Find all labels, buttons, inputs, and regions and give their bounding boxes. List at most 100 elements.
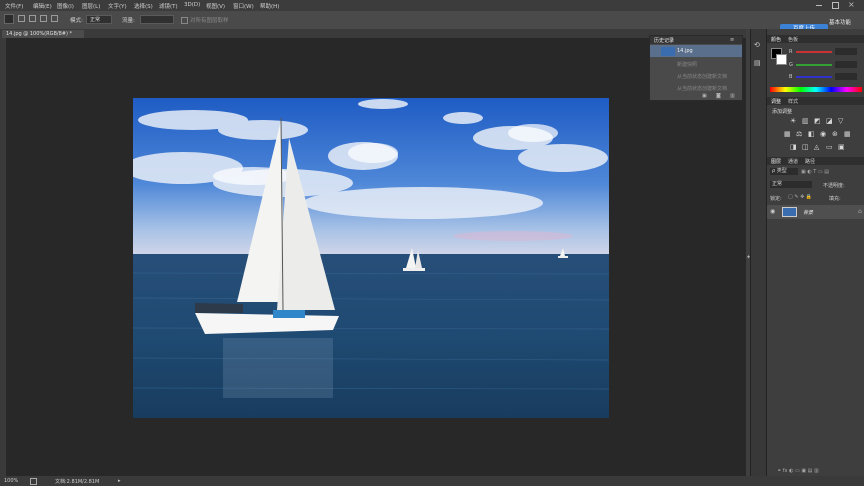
channel-mixer-icon[interactable]: ⊛: [832, 130, 838, 138]
exposure-icon[interactable]: ◪: [826, 117, 833, 125]
layer-row-background[interactable]: ◉ 背景 ⌂: [767, 205, 864, 219]
right-panel-dock: 颜色 色板 R G B 调整 样式 添加调整 ☀ ▥ ◩ ◪ ▽ ▦ ⚖ ◧ ◉…: [766, 29, 864, 476]
g-value-input[interactable]: [835, 61, 857, 68]
tab-styles[interactable]: 样式: [788, 98, 798, 105]
add-selection-icon[interactable]: [29, 15, 36, 22]
intersect-selection-icon[interactable]: [51, 15, 58, 22]
adjustments-panel-header: 调整 样式: [767, 97, 864, 105]
vibrance-icon[interactable]: ▽: [838, 117, 843, 125]
blend-mode-select[interactable]: 正常: [770, 181, 812, 188]
status-export-icon[interactable]: [30, 478, 37, 485]
threshold-icon[interactable]: ◬: [814, 143, 819, 151]
brightness-icon[interactable]: ☀: [790, 117, 796, 125]
options-bar: 模式: 正常 流量: 对所有图层取样 百度上传 基本功能: [0, 11, 864, 35]
history-snapshot[interactable]: 14.jpg: [650, 45, 742, 57]
invert-icon[interactable]: ◨: [790, 143, 797, 151]
layer-kind-filter[interactable]: ρ 类型: [770, 168, 798, 175]
background-color-swatch[interactable]: [776, 54, 787, 65]
sample-all-checkbox[interactable]: [181, 17, 188, 24]
status-bar: 100% 文档:2.81M/2.81M ▸: [0, 476, 864, 486]
b-slider[interactable]: [796, 76, 832, 78]
menu-select[interactable]: 选择(S): [134, 2, 153, 10]
levels-icon[interactable]: ▥: [802, 117, 809, 125]
mode-select[interactable]: 正常: [86, 15, 112, 24]
menu-file[interactable]: 文件(F): [5, 2, 23, 10]
tolerance-input[interactable]: [140, 15, 174, 24]
zoom-level[interactable]: 100%: [4, 478, 18, 484]
menu-type[interactable]: 文字(Y): [108, 2, 127, 10]
color-balance-icon[interactable]: ⚖: [796, 130, 802, 138]
new-document-icon[interactable]: ▣: [702, 93, 707, 99]
layer-lock-icon: ⌂: [858, 208, 862, 215]
lock-label: 锁定:: [770, 196, 782, 202]
fill-label: 填充:: [829, 196, 841, 202]
r-value-input[interactable]: [835, 48, 857, 55]
layer-thumbnail: [782, 207, 797, 217]
lock-icons[interactable]: ▢ ✎ ✥ 🔒: [788, 194, 812, 200]
document-tab-bar: [0, 29, 748, 38]
tab-paths[interactable]: 路径: [805, 158, 815, 165]
color-ramp[interactable]: [770, 87, 862, 92]
menu-filter[interactable]: 滤镜(T): [159, 2, 178, 10]
maximize-icon[interactable]: [832, 2, 839, 9]
tab-adjustments[interactable]: 调整: [771, 98, 781, 105]
tool-preset-icon[interactable]: [4, 14, 14, 24]
workspace-label[interactable]: 基本功能: [829, 18, 851, 26]
new-selection-icon[interactable]: [18, 15, 25, 22]
document-tab[interactable]: 14.jpg @ 100%(RGB/8#) *: [2, 30, 84, 38]
g-slider[interactable]: [796, 64, 832, 66]
layers-panel-header: 图层 通道 路径: [767, 157, 864, 165]
hue-icon[interactable]: ▦: [784, 130, 791, 138]
document-size: 文档:2.81M/2.81M: [55, 479, 100, 485]
menu-layer[interactable]: 图层(L): [82, 2, 100, 10]
history-icon[interactable]: ⟲: [754, 41, 760, 49]
tab-layers[interactable]: 图层: [771, 158, 781, 165]
status-menu-arrow-icon[interactable]: ▸: [118, 478, 121, 484]
menu-window[interactable]: 窗口(W): [233, 2, 254, 10]
posterize-icon[interactable]: ◫: [802, 143, 809, 151]
layer-footer-icons[interactable]: ⚭ fx ◐ ▭ ▣ ▤ ▥: [777, 468, 819, 474]
history-panel-header: 历史记录 ≡: [650, 36, 742, 44]
tab-color[interactable]: 颜色: [771, 36, 781, 43]
layer-filter-icons[interactable]: ▣ ◐ T ▭ ▤: [801, 169, 829, 175]
minimize-icon[interactable]: [816, 5, 822, 6]
history-item[interactable]: 新建快照: [650, 58, 742, 70]
close-icon[interactable]: ×: [848, 0, 855, 9]
eye-icon[interactable]: ◉: [770, 208, 775, 215]
history-tab[interactable]: 历史记录: [654, 37, 674, 44]
color-panel-header: 颜色 色板: [767, 35, 864, 43]
tab-swatches[interactable]: 色板: [788, 36, 798, 43]
selective-color-icon[interactable]: ▣: [838, 143, 845, 151]
menu-view[interactable]: 视图(V): [206, 2, 225, 10]
mode-label: 模式:: [70, 18, 83, 24]
menu-bar: 文件(F) 编辑(E) 图像(I) 图层(L) 文字(Y) 选择(S) 滤镜(T…: [0, 0, 864, 11]
curves-icon[interactable]: ◩: [814, 117, 821, 125]
collapsed-panel-icons: ⟲ ▤: [750, 29, 766, 476]
menu-edit[interactable]: 编辑(E): [33, 2, 52, 10]
history-panel: 历史记录 ≡ 14.jpg 新建快照 从当前状态创建新文档 从当前状态创建新文档…: [649, 35, 743, 101]
snapshot-thumbnail: [661, 47, 675, 56]
b-label: B: [789, 74, 793, 80]
menu-image[interactable]: 图像(I): [57, 2, 74, 10]
menu-3d[interactable]: 3D(D): [184, 2, 200, 8]
photo-filter-icon[interactable]: ◉: [820, 130, 826, 138]
history-item[interactable]: 从当前状态创建新文档: [650, 82, 742, 94]
g-label: G: [789, 62, 793, 68]
trash-icon[interactable]: ▥: [730, 93, 735, 99]
tolerance-label: 流量:: [122, 18, 135, 24]
properties-icon[interactable]: ▤: [754, 59, 761, 67]
color-lookup-icon[interactable]: ▦: [844, 130, 851, 138]
tab-channels[interactable]: 通道: [788, 158, 798, 165]
r-slider[interactable]: [796, 51, 832, 53]
panel-menu-icon[interactable]: ≡: [730, 37, 734, 43]
snapshot-icon[interactable]: ◙: [716, 93, 721, 99]
b-value-input[interactable]: [835, 73, 857, 80]
r-label: R: [789, 49, 793, 55]
subtract-selection-icon[interactable]: [40, 15, 47, 22]
sample-all-label: 对所有图层取样: [190, 18, 229, 24]
history-item[interactable]: 从当前状态创建新文档: [650, 70, 742, 82]
sailboat-photo[interactable]: [133, 98, 609, 418]
black-white-icon[interactable]: ◧: [808, 130, 815, 138]
menu-help[interactable]: 帮助(H): [260, 2, 279, 10]
gradient-map-icon[interactable]: ▭: [826, 143, 833, 151]
